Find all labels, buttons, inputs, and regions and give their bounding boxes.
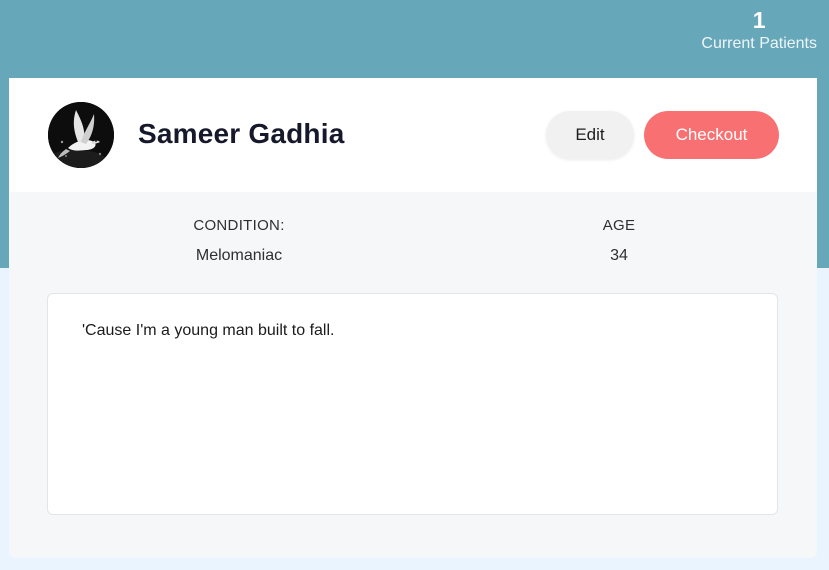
edit-button[interactable]: Edit <box>546 111 634 159</box>
age-value: 34 <box>610 247 628 264</box>
avatar <box>48 102 114 168</box>
condition-field: CONDITION: Melomaniac <box>139 216 339 266</box>
condition-label: CONDITION: <box>193 217 285 234</box>
current-patients-counter: 1 Current Patients <box>701 6 817 54</box>
condition-value: Melomaniac <box>195 247 283 264</box>
patient-notes-box[interactable]: 'Cause I'm a young man built to fall. <box>47 293 778 515</box>
patients-count-value: 1 <box>752 7 766 33</box>
patient-card-header: Sameer Gadhia Edit Checkout <box>9 78 817 192</box>
patient-notes-text: 'Cause I'm a young man built to fall. <box>82 322 335 339</box>
patients-count-label: Current Patients <box>701 35 817 52</box>
age-field: AGE 34 <box>569 216 669 266</box>
patient-name: Sameer Gadhia <box>138 118 345 149</box>
patient-card: Sameer Gadhia Edit Checkout CONDITION: M… <box>9 78 817 558</box>
age-label: AGE <box>602 217 636 234</box>
checkout-button[interactable]: Checkout <box>644 111 779 159</box>
dove-photo-icon <box>48 102 114 168</box>
